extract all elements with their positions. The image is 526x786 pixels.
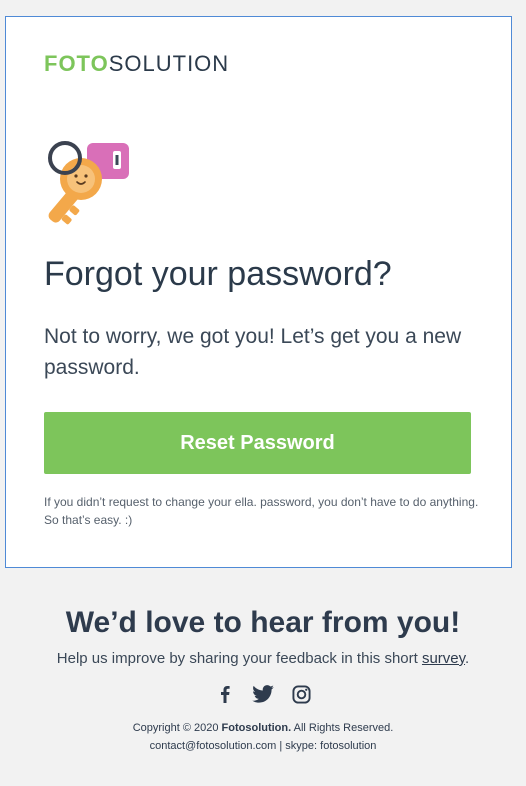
subtitle-text: Not to worry, we got you! Let’s get you … [44,325,462,379]
email-card: FOTOSOLUTION Forgot your password? Not t… [5,16,512,568]
logo-foto: FOTO [44,51,109,76]
page-title: Forgot your password? [44,255,392,293]
feedback-subtext-prefix: Help us improve by sharing your feedback… [56,650,422,667]
reset-password-button[interactable]: Reset Password [44,412,471,474]
fotosolution-logo: FOTOSOLUTION [44,53,229,75]
skype-handle: skype: fotosolution [285,740,377,752]
social-links [0,681,526,707]
key-icon [43,139,133,229]
logo-solution: SOLUTION [108,51,230,76]
survey-link[interactable]: survey [422,650,465,667]
copyright-text: Copyright © 2020 Fotosolution. All Right… [0,720,526,736]
feedback-subtext-suffix: . [465,650,470,667]
copyright-prefix: Copyright © 2020 [132,722,222,734]
feedback-subtext: Help us improve by sharing your feedback… [0,649,526,669]
contact-separator: | [276,740,286,752]
contact-info: contact@fotosolution.com | skype: fotoso… [0,738,526,754]
company-name: Fotosolution. [221,722,292,734]
feedback-heading: We’d love to hear from you! [65,606,461,639]
facebook-icon[interactable] [214,683,236,705]
copyright-suffix: All Rights Reserved. [291,722,394,734]
twitter-icon[interactable] [252,683,274,705]
footnote-text: If you didn’t request to change your ell… [44,495,479,527]
instagram-icon[interactable] [290,683,312,705]
contact-email-link[interactable]: contact@fotosolution.com [150,740,277,752]
